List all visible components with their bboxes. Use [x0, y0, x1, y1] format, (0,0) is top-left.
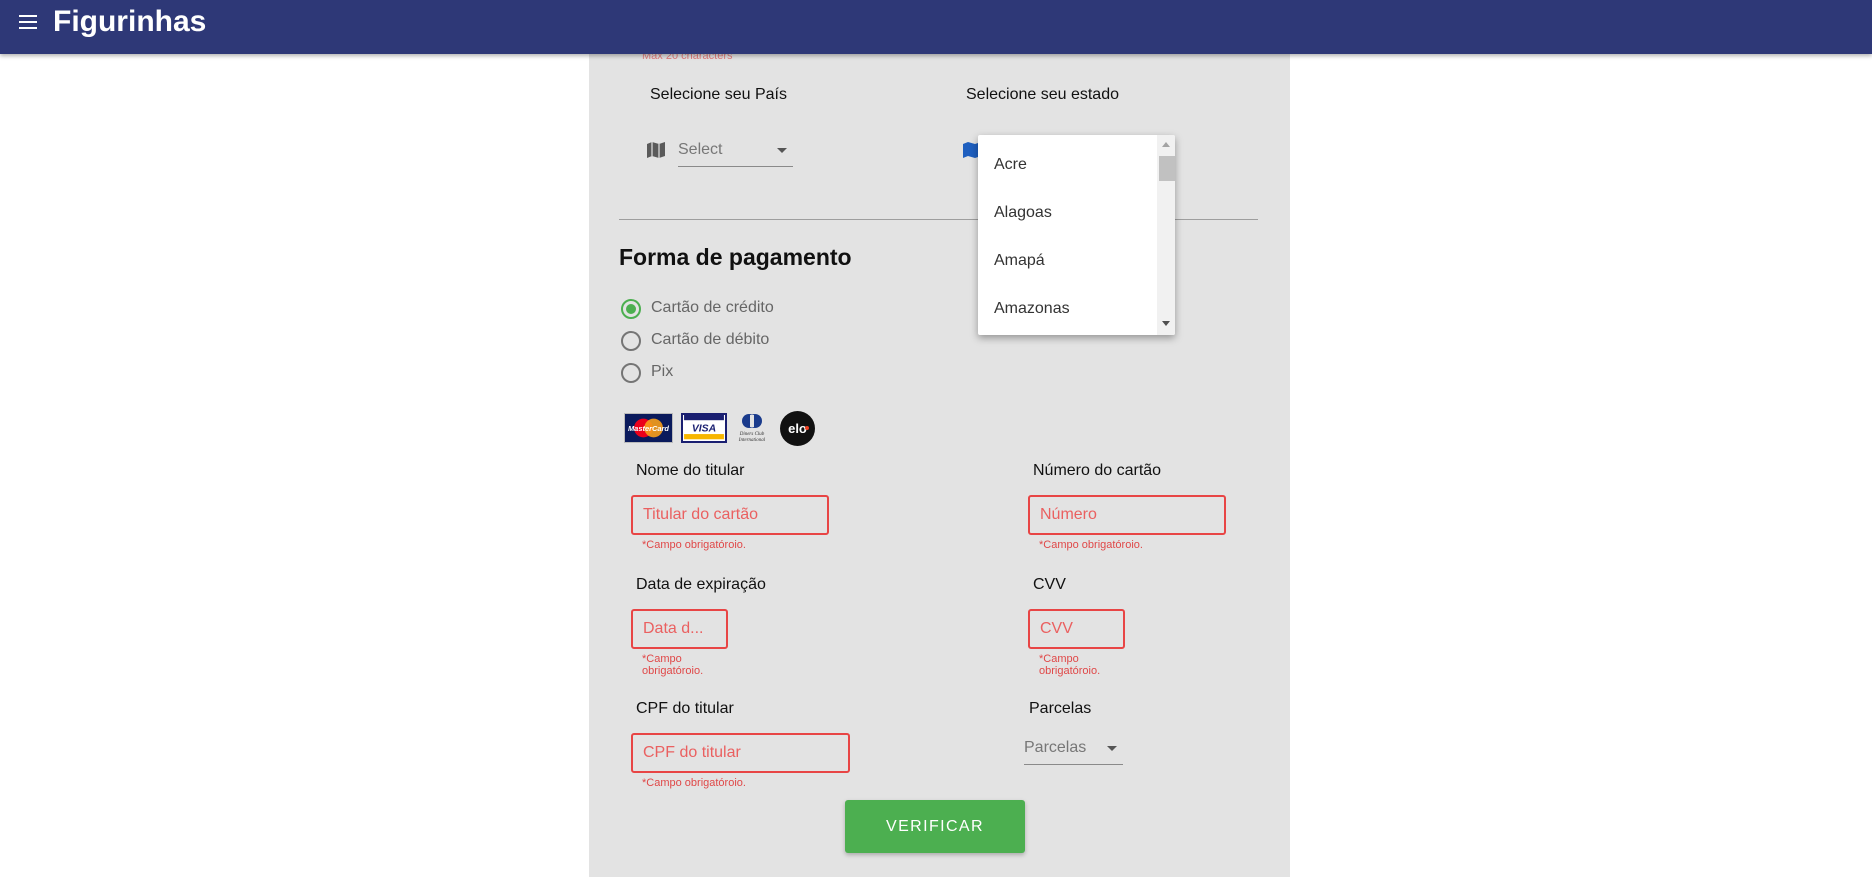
visa-logo: VISA [681, 413, 727, 443]
app-bar: Figurinhas [0, 0, 1872, 54]
card-number-label: Número do cartão [1033, 462, 1162, 479]
country-label: Selecione seu País [650, 86, 787, 103]
state-option[interactable]: Acre [994, 156, 1027, 174]
app-title: Figurinhas [53, 5, 207, 38]
radio-checked-icon [621, 299, 641, 319]
diners-club-logo: Diners Club International [738, 414, 766, 443]
holder-name-label: Nome do titular [636, 462, 745, 479]
mastercard-logo: MasterCard [624, 413, 673, 443]
map-icon [647, 142, 665, 158]
expiry-input[interactable] [631, 609, 728, 649]
holder-name-input[interactable] [631, 495, 829, 535]
diners-text-line1: Diners Club [739, 432, 765, 437]
cpf-label: CPF do titular [636, 700, 734, 717]
radio-label: Cartão de débito [651, 331, 770, 348]
cpf-input[interactable] [631, 733, 850, 773]
state-label: Selecione seu estado [966, 86, 1119, 103]
radio-unchecked-icon [621, 331, 641, 351]
error-line: obrigatóroio. [642, 665, 704, 677]
scroll-down-icon[interactable] [1162, 321, 1170, 326]
mastercard-text: MasterCard [628, 424, 669, 433]
state-option[interactable]: Amazonas [994, 300, 1070, 318]
cvv-label: CVV [1033, 576, 1066, 593]
radio-unchecked-icon [621, 363, 641, 383]
error-line: obrigatóroio. [1039, 665, 1101, 677]
scrollbar-thumb[interactable] [1159, 156, 1175, 181]
menu-icon[interactable] [18, 13, 40, 31]
card-number-error: *Campo obrigatóroio. [1039, 539, 1143, 551]
cvv-input[interactable] [1028, 609, 1125, 649]
elo-logo: elo [780, 411, 815, 446]
visa-text: VISA [692, 423, 716, 434]
payment-section-title: Forma de pagamento [619, 244, 852, 270]
verify-button[interactable]: VERIFICAR [845, 800, 1025, 853]
installments-select[interactable]: Parcelas [1024, 735, 1123, 765]
diners-text-line2: International [738, 438, 766, 443]
expiry-error: *Campo obrigatóroio. [642, 653, 703, 677]
radio-credit-card[interactable]: Cartão de crédito [620, 297, 780, 321]
chevron-down-icon [1107, 746, 1117, 751]
error-line: *Campo [1039, 653, 1079, 665]
cpf-error: *Campo obrigatóroio. [642, 777, 746, 789]
holder-name-error: *Campo obrigatóroio. [642, 539, 746, 551]
state-dropdown-menu[interactable]: Acre Alagoas Amapá Amazonas [978, 135, 1175, 335]
error-line: *Campo [642, 653, 682, 665]
installments-select-value: Parcelas [1024, 739, 1087, 756]
cvv-error: *Campo obrigatóroio. [1039, 653, 1100, 677]
radio-pix[interactable]: Pix [620, 361, 700, 385]
chevron-down-icon [777, 148, 787, 153]
dropdown-scrollbar[interactable] [1157, 135, 1175, 335]
expiry-label: Data de expiração [636, 576, 766, 593]
state-option[interactable]: Amapá [994, 252, 1045, 270]
radio-label: Pix [651, 363, 674, 380]
elo-text: elo [788, 421, 807, 436]
installments-label: Parcelas [1029, 700, 1092, 717]
radio-debit-card[interactable]: Cartão de débito [620, 329, 780, 353]
card-number-input[interactable] [1028, 495, 1226, 535]
country-select[interactable]: Select [678, 137, 793, 167]
scroll-up-icon[interactable] [1162, 142, 1170, 147]
radio-label: Cartão de crédito [651, 299, 774, 316]
state-option[interactable]: Alagoas [994, 204, 1052, 222]
country-select-value: Select [678, 141, 723, 158]
